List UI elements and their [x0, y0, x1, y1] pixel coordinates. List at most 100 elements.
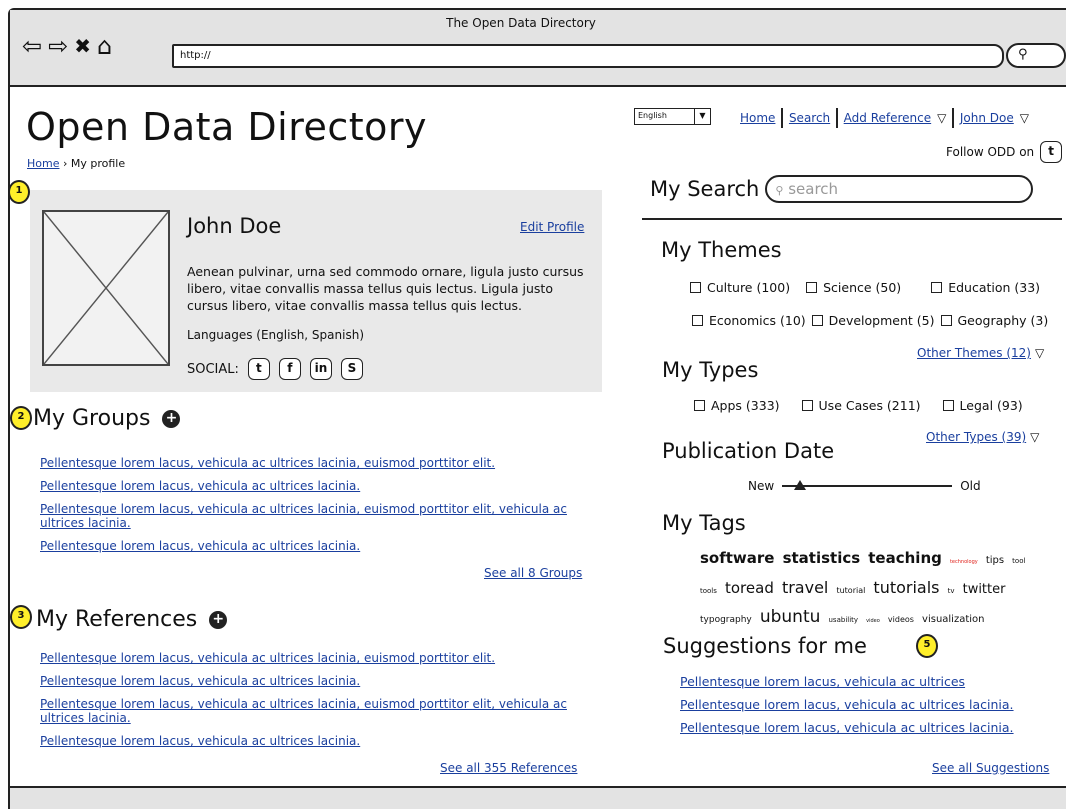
theme-checkbox[interactable]: Economics (10) — [692, 313, 806, 328]
see-all-suggestions-link[interactable]: See all Suggestions — [932, 761, 1049, 775]
triangle-down-icon[interactable]: ▽ — [1030, 430, 1039, 444]
nav-divider — [952, 108, 954, 128]
references-list: Pellentesque lorem lacus, vehicula ac ul… — [40, 651, 605, 748]
back-icon[interactable]: ⇦ — [22, 34, 42, 58]
other-themes-link[interactable]: Other Themes (12) — [917, 346, 1031, 360]
tag-link[interactable]: tips — [986, 555, 1004, 566]
other-themes: Other Themes (12) ▽ — [917, 346, 1044, 360]
theme-checkbox[interactable]: Development (5) — [811, 313, 935, 328]
home-icon[interactable]: ⌂ — [97, 34, 112, 58]
skype-icon[interactable]: S — [340, 358, 363, 380]
tag-link[interactable]: typography — [700, 615, 752, 625]
profile-photo-placeholder — [42, 210, 170, 366]
breadcrumb-home-link[interactable]: Home — [27, 157, 59, 170]
theme-checkbox[interactable]: Geography (3) — [940, 313, 1048, 328]
types-heading: My Types — [662, 358, 759, 382]
tag-link[interactable]: usability — [829, 616, 859, 624]
window-title: The Open Data Directory — [446, 16, 596, 30]
triangle-down-icon[interactable]: ▽ — [1035, 346, 1044, 360]
tag-link[interactable]: tutorials — [873, 578, 939, 597]
reference-link[interactable]: Pellentesque lorem lacus, vehicula ac ul… — [40, 734, 605, 748]
theme-checkbox[interactable]: Science (50) — [806, 280, 901, 295]
url-input[interactable]: http:// — [172, 44, 1004, 68]
tag-link[interactable]: software — [700, 549, 774, 567]
groups-list: Pellentesque lorem lacus, vehicula ac ul… — [40, 456, 605, 553]
tag-link[interactable]: statistics — [783, 549, 861, 567]
add-group-icon[interactable]: + — [162, 409, 181, 428]
tag-link[interactable]: ubuntu — [760, 607, 821, 627]
types-row: Apps (333) Use Cases (211) Legal (93) — [694, 398, 1023, 413]
twitter-icon[interactable]: t — [247, 358, 270, 380]
tag-link[interactable]: tool — [1012, 557, 1025, 565]
language-select[interactable]: English ▼ — [634, 108, 711, 125]
tag-link[interactable]: tv — [948, 587, 955, 595]
groups-heading: My Groups — [33, 406, 151, 431]
nav-home-link[interactable]: Home — [740, 111, 775, 125]
suggestion-link[interactable]: Pellentesque lorem lacus, vehicula ac ul… — [680, 720, 1014, 735]
facebook-icon[interactable]: f — [278, 358, 301, 380]
chevron-down-icon: ▼ — [694, 109, 710, 124]
suggestion-link[interactable]: Pellentesque lorem lacus, vehicula ac ul… — [680, 674, 1014, 689]
suggestions-heading: Suggestions for me — [663, 634, 867, 658]
tag-link[interactable]: teaching — [868, 549, 942, 567]
type-checkbox[interactable]: Use Cases (211) — [801, 398, 921, 413]
add-reference-icon[interactable]: + — [209, 610, 228, 629]
see-all-references-link[interactable]: See all 355 References — [440, 761, 577, 775]
group-link[interactable]: Pellentesque lorem lacus, vehicula ac ul… — [40, 539, 605, 553]
reference-link[interactable]: Pellentesque lorem lacus, vehicula ac ul… — [40, 697, 605, 725]
search-icon[interactable]: ⚲ — [1006, 43, 1066, 68]
search-icon: ⚲ — [775, 184, 784, 197]
nav-add-reference-link[interactable]: Add Reference — [844, 111, 931, 125]
triangle-down-icon[interactable]: ▽ — [1020, 111, 1029, 125]
other-types: Other Types (39) ▽ — [926, 430, 1039, 444]
tag-link[interactable]: video — [866, 618, 880, 624]
nav-user-link[interactable]: John Doe — [960, 111, 1014, 125]
other-types-link[interactable]: Other Types (39) — [926, 430, 1026, 444]
search-input[interactable]: ⚲ search — [765, 175, 1034, 203]
profile-languages: Languages (English, Spanish) — [187, 328, 364, 342]
tags-heading: My Tags — [662, 511, 746, 535]
follow-label: Follow ODD on — [946, 145, 1035, 159]
slider-track[interactable] — [782, 480, 953, 490]
tag-link[interactable]: visualization — [922, 614, 984, 625]
nav-search-link[interactable]: Search — [789, 111, 830, 125]
reference-link[interactable]: Pellentesque lorem lacus, vehicula ac ul… — [40, 674, 605, 688]
search-placeholder: search — [788, 180, 839, 198]
theme-checkbox[interactable]: Education (33) — [931, 280, 1040, 295]
see-all-groups-link[interactable]: See all 8 Groups — [484, 566, 582, 580]
close-icon[interactable]: ✖ — [74, 34, 91, 58]
tag-link[interactable]: travel — [782, 578, 828, 597]
slider-old-label: Old — [960, 479, 981, 493]
references-heading: My References — [36, 607, 198, 632]
tag-link[interactable]: toread — [725, 579, 774, 597]
twitter-icon[interactable]: t — [1040, 141, 1063, 163]
nav-divider — [781, 108, 783, 128]
triangle-down-icon[interactable]: ▽ — [937, 111, 946, 125]
tag-link[interactable]: tutorial — [836, 586, 865, 595]
slider-handle[interactable] — [794, 480, 807, 490]
suggestion-link[interactable]: Pellentesque lorem lacus, vehicula ac ul… — [680, 697, 1014, 712]
reference-link[interactable]: Pellentesque lorem lacus, vehicula ac ul… — [40, 651, 605, 665]
tag-link[interactable]: twitter — [963, 582, 1006, 597]
linkedin-icon[interactable]: in — [309, 358, 332, 380]
tag-link[interactable]: tools — [700, 587, 717, 595]
group-link[interactable]: Pellentesque lorem lacus, vehicula ac ul… — [40, 502, 605, 530]
tag-link[interactable]: technology — [950, 559, 978, 565]
profile-bio: Aenean pulvinar, urna sed commodo ornare… — [187, 264, 584, 313]
publication-date-slider[interactable]: New Old — [748, 479, 981, 493]
tag-link[interactable]: videos — [888, 615, 914, 624]
group-link[interactable]: Pellentesque lorem lacus, vehicula ac ul… — [40, 479, 605, 493]
group-link[interactable]: Pellentesque lorem lacus, vehicula ac ul… — [40, 456, 605, 470]
follow-odd: Follow ODD on t — [946, 141, 1063, 163]
nav-divider — [836, 108, 838, 128]
browser-nav: ⇦ ⇨ ✖ ⌂ — [22, 34, 112, 58]
type-checkbox[interactable]: Legal (93) — [942, 398, 1023, 413]
groups-header: My Groups + — [33, 406, 181, 431]
edit-profile-link[interactable]: Edit Profile — [520, 220, 584, 234]
my-search: My Search ⚲ search — [650, 175, 1034, 203]
themes-row-2: Economics (10) Development (5) Geography… — [692, 313, 1048, 328]
theme-checkbox[interactable]: Culture (100) — [690, 280, 790, 295]
type-checkbox[interactable]: Apps (333) — [694, 398, 780, 413]
page-title: Open Data Directory — [26, 105, 428, 149]
forward-icon[interactable]: ⇨ — [48, 34, 68, 58]
